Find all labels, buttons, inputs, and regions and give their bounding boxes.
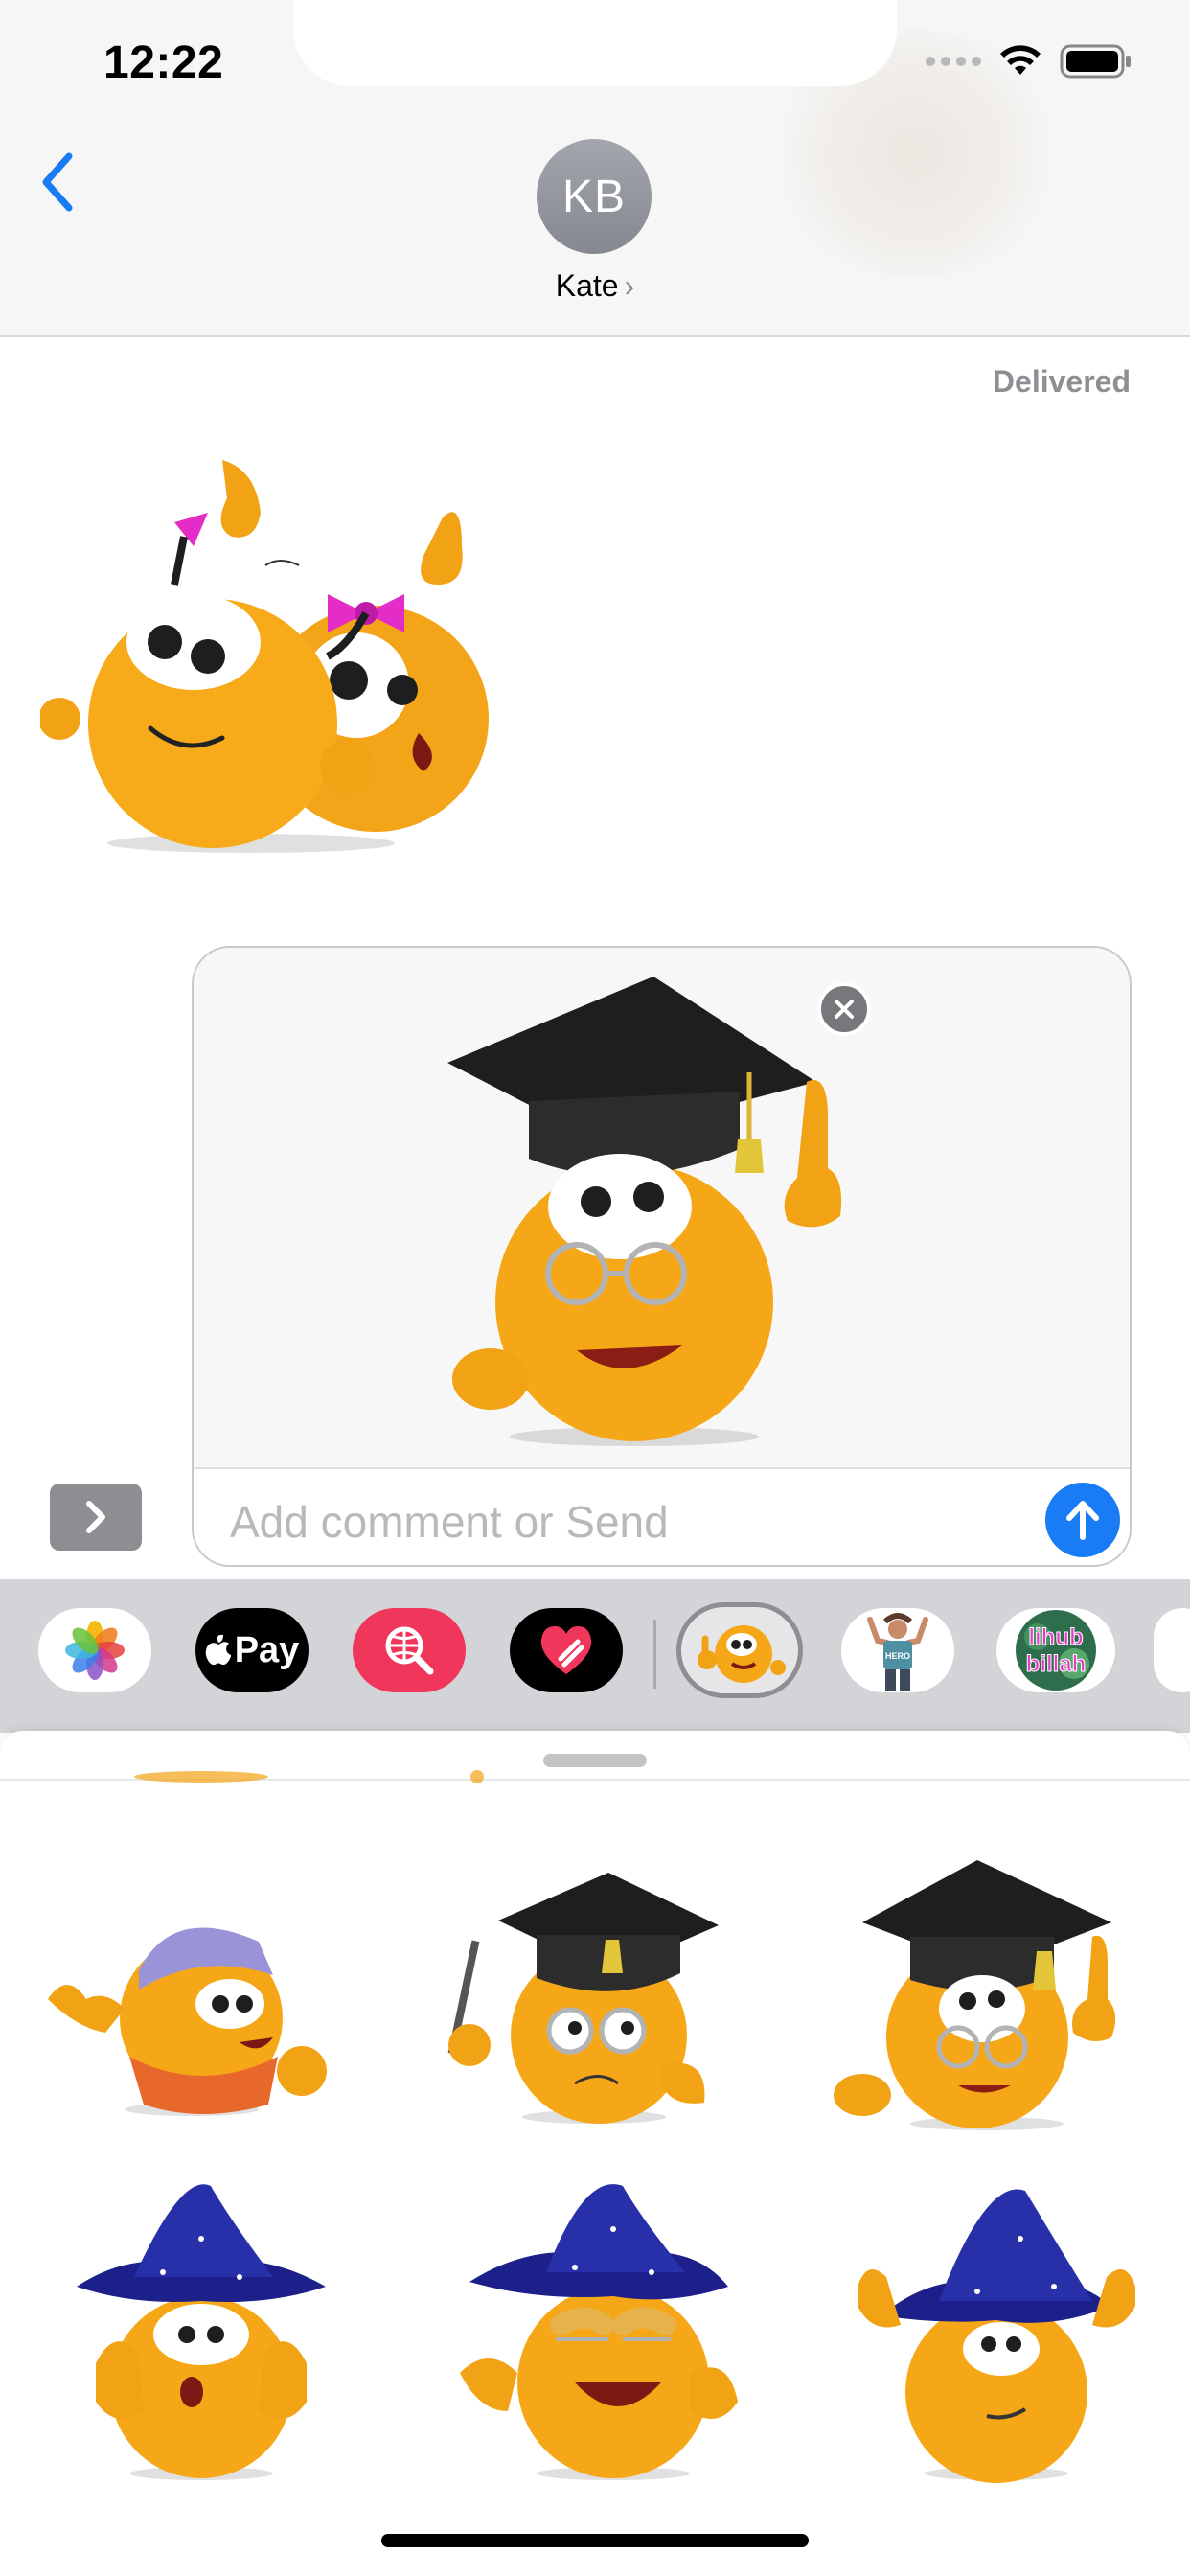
- status-time: 12:22: [103, 37, 224, 88]
- billah-label: billah: [1026, 1651, 1087, 1677]
- conversation-header: 12:22 KB Kate ›: [0, 0, 1190, 337]
- sticker-browser-panel: [0, 1731, 1190, 2576]
- sticker-preview-area: [194, 948, 1130, 1467]
- comment-input[interactable]: Add comment or Send: [194, 1467, 1130, 1565]
- received-sticker[interactable]: [40, 441, 538, 862]
- contact-avatar[interactable]: KB: [537, 139, 652, 254]
- hero-sticker-app-button[interactable]: HERO: [841, 1608, 954, 1692]
- wizard-emoji-hands-up-sticker[interactable]: [843, 2181, 1169, 2488]
- apple-logo-icon: [205, 1634, 231, 1666]
- construction-worker-emoji-sticker[interactable]: [38, 1865, 364, 2172]
- apple-pay-icon: Pay: [205, 1629, 300, 1671]
- arrow-up-icon: [1066, 1501, 1099, 1540]
- comment-input-placeholder: Add comment or Send: [230, 1497, 669, 1547]
- device-notch: [293, 0, 897, 86]
- wifi-icon: [1000, 45, 1041, 75]
- home-indicator[interactable]: [381, 2534, 809, 2547]
- imessage-app-strip: Pay HERO lihub billah: [0, 1579, 1190, 1733]
- lihub-billah-app-icon: lihub billah: [1016, 1610, 1096, 1690]
- app-strip-divider: [653, 1620, 656, 1689]
- contact-name: Kate: [555, 268, 619, 303]
- more-apps-partial[interactable]: [1154, 1608, 1190, 1692]
- expand-apps-button[interactable]: [50, 1484, 142, 1551]
- remove-sticker-button[interactable]: [817, 982, 871, 1036]
- lihub-label: lihub: [1028, 1624, 1083, 1650]
- heart-touch-icon: [540, 1626, 592, 1674]
- chevron-right-icon: ›: [624, 268, 635, 303]
- hero-sticker-app-icon: HERO: [867, 1613, 928, 1690]
- photos-icon: [65, 1621, 125, 1680]
- delivered-status: Delivered: [992, 364, 1131, 399]
- image-search-app-button[interactable]: [353, 1608, 466, 1692]
- hero-label: HERO: [885, 1651, 910, 1661]
- graduate-emoji-pointing-sticker[interactable]: [824, 1846, 1150, 2152]
- contact-name-button[interactable]: Kate ›: [0, 268, 1190, 304]
- graduate-emoji-reading-sticker[interactable]: [431, 1853, 757, 2160]
- battery-icon: [1060, 44, 1131, 79]
- emoji-sticker-app-button[interactable]: [676, 1602, 803, 1698]
- back-button[interactable]: [29, 144, 86, 220]
- cellular-signal-icon: [926, 57, 981, 66]
- wizard-emoji-pointing-sticker[interactable]: [450, 2181, 776, 2488]
- wizard-emoji-shocked-sticker[interactable]: [57, 2181, 383, 2488]
- message-composer: Add comment or Send: [192, 946, 1132, 1567]
- globe-search-icon: [385, 1626, 434, 1675]
- apple-pay-label: Pay: [234, 1629, 300, 1670]
- lihub-billah-app-button[interactable]: lihub billah: [996, 1608, 1115, 1692]
- close-icon: [835, 1000, 854, 1019]
- status-icons: [926, 44, 1133, 79]
- apple-pay-app-button[interactable]: Pay: [195, 1608, 309, 1692]
- scrolled-sticker-row-remnant: [134, 1770, 484, 1783]
- photos-app-button[interactable]: [38, 1608, 151, 1692]
- chevron-right-icon: [86, 1501, 105, 1533]
- graduate-emoji-sticker-preview: [447, 977, 842, 1446]
- send-button[interactable]: [1045, 1483, 1120, 1557]
- chevron-left-icon: [42, 152, 73, 212]
- emoji-sticker-app-icon: [698, 1625, 786, 1683]
- digital-touch-app-button[interactable]: [510, 1608, 623, 1692]
